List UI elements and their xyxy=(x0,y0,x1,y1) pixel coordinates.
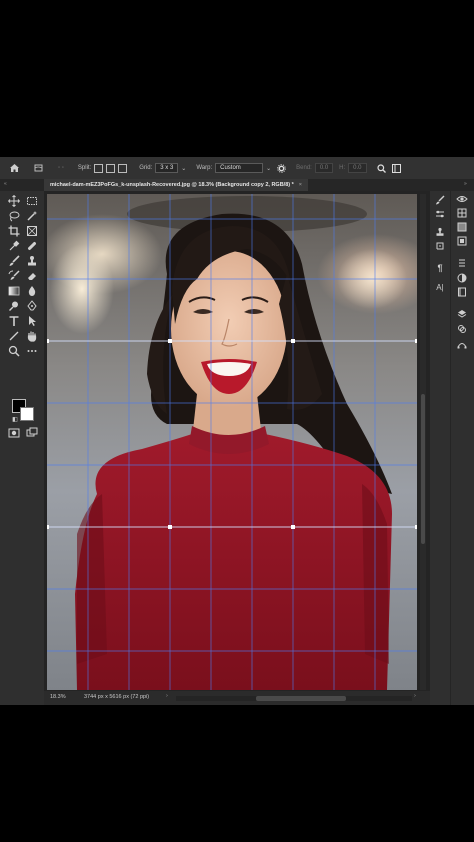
hand-tool-icon[interactable] xyxy=(25,330,39,342)
lasso-icon[interactable] xyxy=(7,210,21,222)
right-panel-dock: ¶ A| xyxy=(430,191,474,705)
properties-panel-icon[interactable] xyxy=(456,258,468,268)
warp-label: Warp: xyxy=(196,165,213,171)
paths-panel-icon[interactable] xyxy=(456,339,468,349)
split-label: Split: xyxy=(77,165,92,171)
color-wheel-icon[interactable] xyxy=(456,194,468,204)
preset-dim-icons: ▫ ▫ xyxy=(58,165,64,171)
vertical-scrollbar[interactable] xyxy=(420,194,426,690)
status-bar: 18.3% 3744 px x 5616 px (72 ppi) › › xyxy=(44,691,430,705)
adjustments-panel-icon[interactable] xyxy=(456,273,468,283)
split-cross-icon[interactable] xyxy=(94,163,104,173)
rectangular-marquee-icon[interactable] xyxy=(25,195,39,207)
workspace-icon[interactable] xyxy=(391,163,401,173)
home-icon[interactable] xyxy=(9,163,20,173)
brush-icon[interactable] xyxy=(7,255,21,267)
search-icon[interactable] xyxy=(376,163,386,173)
move-tool-icon[interactable] xyxy=(7,195,21,207)
clone-source-icon[interactable] xyxy=(434,227,446,237)
status-menu-arrow-icon[interactable]: › xyxy=(166,693,168,699)
document-size: 3744 px x 5616 px (72 ppi) xyxy=(84,694,150,700)
line-tool-icon[interactable] xyxy=(7,330,21,342)
document-image[interactable] xyxy=(47,194,417,690)
gradients-panel-icon[interactable] xyxy=(456,222,468,232)
gear-icon[interactable] xyxy=(277,163,286,173)
eraser-icon[interactable] xyxy=(25,270,39,282)
spot-healing-icon[interactable] xyxy=(25,240,39,252)
document-tab-title: michael-dam-mEZ3PoFGs_k-unsplash-Recover… xyxy=(50,182,294,188)
zoom-tool-icon[interactable] xyxy=(7,345,21,357)
patterns-panel-icon[interactable] xyxy=(456,236,468,246)
h-field[interactable]: 0.0 xyxy=(348,163,367,173)
grid-select[interactable]: 3 x 3 xyxy=(155,163,179,173)
warp-grid-overlay[interactable] xyxy=(47,194,417,690)
vertical-scroll-thumb[interactable] xyxy=(421,394,425,544)
document-tab[interactable]: michael-dam-mEZ3PoFGs_k-unsplash-Recover… xyxy=(44,179,308,191)
canvas-area[interactable] xyxy=(44,191,430,691)
eyedropper-icon[interactable] xyxy=(7,240,21,252)
collapse-left-icon[interactable]: « xyxy=(4,181,7,187)
frame-icon[interactable] xyxy=(25,225,39,237)
grid-label: Grid: xyxy=(139,165,153,171)
quick-selection-icon[interactable] xyxy=(25,210,39,222)
default-colors-icon[interactable]: ◧ xyxy=(8,414,22,426)
layers-panel-icon[interactable] xyxy=(456,309,468,319)
quick-mask-icon[interactable] xyxy=(7,427,21,439)
horizontal-scrollbar[interactable] xyxy=(176,696,412,701)
grid-chevron-down-icon[interactable]: ⌄ xyxy=(181,165,186,172)
screen-mode-icon[interactable] xyxy=(25,427,39,439)
scroll-right-arrow-icon[interactable]: › xyxy=(414,693,416,699)
more-tools-icon[interactable] xyxy=(25,345,39,357)
libraries-panel-icon[interactable] xyxy=(456,287,468,297)
gradient-icon[interactable] xyxy=(7,285,21,297)
character-icon[interactable]: A| xyxy=(434,283,446,293)
warp-tool-preset-icon[interactable] xyxy=(34,163,44,173)
panel-icon-column-1: ¶ A| xyxy=(430,191,451,705)
options-bar: ▫ ▫ Split: Grid: 3 x 3 ⌄ Warp: Custom ⌄ … xyxy=(0,157,474,180)
split-horizontal-icon[interactable] xyxy=(118,163,128,173)
dodge-icon[interactable] xyxy=(7,300,21,312)
adjustments-sliders-icon[interactable] xyxy=(434,209,446,219)
pen-icon[interactable] xyxy=(25,300,39,312)
history-panel-icon[interactable] xyxy=(434,241,446,251)
path-selection-icon[interactable] xyxy=(25,315,39,327)
paragraph-icon[interactable]: ¶ xyxy=(434,263,446,273)
horizontal-scroll-thumb[interactable] xyxy=(256,696,346,701)
tools-panel: ◧ xyxy=(0,191,44,705)
background-color-swatch[interactable] xyxy=(20,407,34,421)
crop-icon[interactable] xyxy=(7,225,21,237)
warp-select[interactable]: Custom xyxy=(215,163,264,173)
document-tab-strip: « michael-dam-mEZ3PoFGs_k-unsplash-Recov… xyxy=(0,179,474,191)
channels-panel-icon[interactable] xyxy=(456,324,468,334)
blur-icon[interactable] xyxy=(25,285,39,297)
split-vertical-icon[interactable] xyxy=(106,163,116,173)
swatches-grid-icon[interactable] xyxy=(456,208,468,218)
brush-settings-icon[interactable] xyxy=(434,195,446,205)
photoshop-window: ▫ ▫ Split: Grid: 3 x 3 ⌄ Warp: Custom ⌄ … xyxy=(0,157,474,705)
tab-close-icon[interactable]: × xyxy=(299,182,302,188)
bend-field[interactable]: 0.0 xyxy=(314,163,334,173)
type-tool-icon[interactable] xyxy=(7,315,21,327)
bend-label: Bend: xyxy=(296,165,312,171)
zoom-level[interactable]: 18.3% xyxy=(50,694,66,700)
clone-stamp-icon[interactable] xyxy=(25,255,39,267)
h-label: H: xyxy=(339,165,346,171)
collapse-right-icon[interactable]: » xyxy=(464,181,467,187)
history-brush-icon[interactable] xyxy=(7,270,21,282)
warp-chevron-down-icon[interactable]: ⌄ xyxy=(266,165,271,172)
